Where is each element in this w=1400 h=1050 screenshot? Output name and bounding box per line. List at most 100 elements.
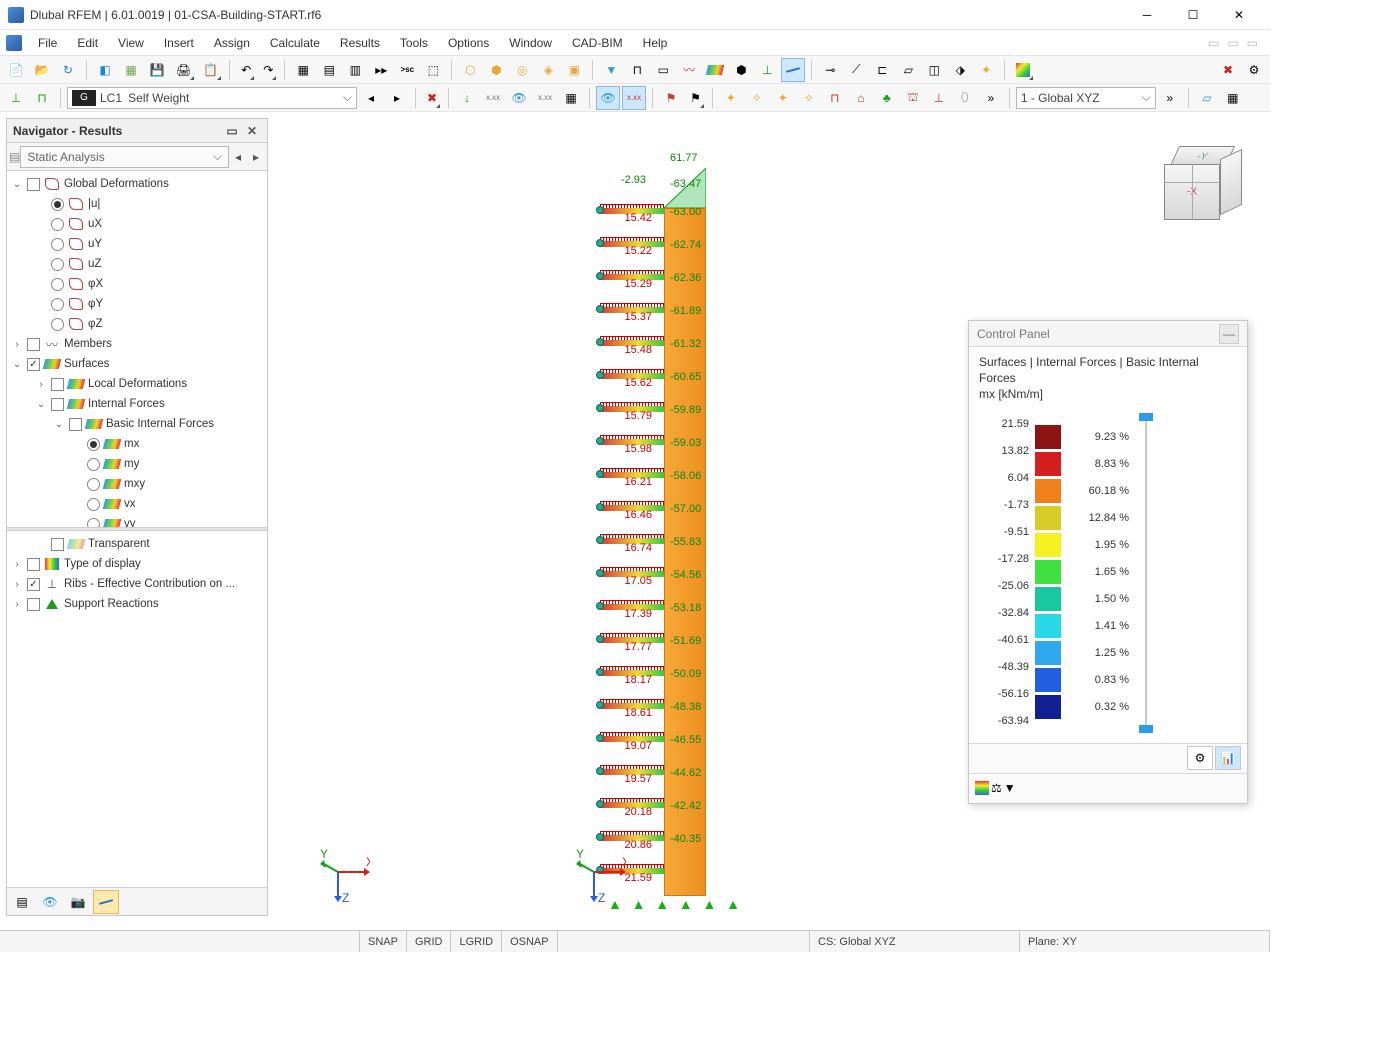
tree-mxy[interactable]: mxy [124,478,145,490]
nav-config-icon[interactable]: ▤ [9,150,20,164]
tool-member-icon[interactable]: ⊏ [870,58,894,82]
view-sections-icon[interactable] [781,58,805,82]
cs-combo[interactable]: 1 - Global XYZ⌵ [1016,87,1156,109]
tool-node-icon[interactable]: ⊸ [818,58,842,82]
workplane-icon[interactable]: ▱ [1195,86,1219,110]
next-lc-icon[interactable]: ▸ [385,86,409,110]
menu-window[interactable]: Window [499,32,562,54]
menu-results[interactable]: Results [330,32,390,54]
mdi-max-icon[interactable]: ▭ [1227,36,1238,50]
combo-gen-icon[interactable]: ♣ [875,86,899,110]
overflow2-icon[interactable]: » [1158,86,1182,110]
panel-tab-scale-icon[interactable]: ⚖ [991,781,1002,795]
panel-settings-icon[interactable]: ⚙ [1187,746,1213,770]
tree-internal-forces[interactable]: Internal Forces [88,398,165,410]
panel-chart-icon[interactable]: 📊 [1215,746,1241,770]
tree-uy[interactable]: uY [88,238,102,250]
tree-phiy[interactable]: φY [88,298,103,310]
panel-close-icon[interactable]: ✕ [243,122,261,140]
hinge-tool-icon[interactable]: ⊓ [30,86,54,110]
display-tree[interactable]: Transparent ›Type of display ›⊥Ribs - Ef… [7,531,267,887]
tool-line-icon[interactable]: ⟋ [844,58,868,82]
flag2-icon[interactable]: ⚑ [685,86,706,110]
nav-tab-results-icon[interactable] [93,890,119,914]
menu-tools[interactable]: Tools [390,32,438,54]
tool-opening-icon[interactable]: ◫ [922,58,946,82]
tree2-transparent[interactable]: Transparent [88,538,150,550]
filter-icon[interactable]: ▼ [599,58,623,82]
settings-icon[interactable]: ⚙ [1242,58,1266,82]
nav-tab-views-icon[interactable]: 📷 [65,890,91,914]
nav-tab-display-icon[interactable]: 👁 [37,890,63,914]
table-icon[interactable]: ▤ [317,58,341,82]
script-console-icon[interactable]: >sc [395,58,419,82]
tree-vx[interactable]: vx [124,498,136,510]
truss-icon[interactable]: ⌂ [849,86,873,110]
control-panel-collapse-icon[interactable]: — [1219,324,1239,344]
view-contour-icon[interactable] [703,58,727,82]
mdi-min-icon[interactable]: ▭ [1208,36,1219,50]
new-file-icon[interactable]: 📄 [4,58,28,82]
nav-tab-data-icon[interactable]: ▤ [9,890,35,914]
flag1-icon[interactable]: ⚑ [659,86,683,110]
tree-phix[interactable]: φX [88,278,103,290]
status-lgrid[interactable]: LGRID [451,931,502,952]
redo-icon[interactable]: ↷ [258,58,278,82]
tree2-support[interactable]: Support Reactions [64,598,159,610]
menu-insert[interactable]: Insert [154,32,204,54]
tree-ux[interactable]: uX [88,218,102,230]
app-menu-icon[interactable] [6,35,22,51]
loadcase-combo[interactable]: G LC1 Self Weight ⌵ [67,87,357,109]
overflow-icon[interactable]: » [979,86,1003,110]
frame-icon[interactable]: ⊓ [823,86,847,110]
panel-tab-colors-icon[interactable] [975,781,989,795]
show-loads-icon[interactable]: ↓ [455,86,479,110]
select-rect-icon[interactable]: ⬢ [484,58,508,82]
tree-uz[interactable]: uZ [88,258,101,270]
menu-file[interactable]: File [28,32,67,54]
3d-viewport[interactable]: -Y -X 61.77 -63.47 -2.93 15.42-63.0015.2… [272,118,1266,924]
tree-basic-internal[interactable]: Basic Internal Forces [106,418,214,430]
reload-icon[interactable]: ↻ [56,58,80,82]
table-navigator-icon[interactable]: ▦ [291,58,315,82]
tree-my[interactable]: my [124,458,139,470]
delete-results-icon[interactable]: ✖ [1216,58,1240,82]
show-mesh-icon[interactable]: ▦ [559,86,583,110]
show-values2-icon[interactable]: x.xx [622,86,646,110]
colors-icon[interactable] [1011,58,1035,82]
block-manager-icon[interactable]: ◧ [93,58,117,82]
view-supports-icon[interactable]: ⊥ [755,58,779,82]
menu-edit[interactable]: Edit [67,32,108,54]
select-filter-icon[interactable]: ◈ [536,58,560,82]
menu-help[interactable]: Help [633,32,678,54]
tree-local-def[interactable]: Local Deformations [88,378,187,390]
tree-vy[interactable]: vy [124,518,136,527]
menu-cadbim[interactable]: CAD-BIM [562,32,633,54]
status-osnap[interactable]: OSNAP [502,931,558,952]
cyl-icon[interactable]: ⬯ [953,86,977,110]
nav-next-icon[interactable]: ▸ [247,146,265,168]
wizard3-icon[interactable]: ✦ [771,86,795,110]
show-load-values-icon[interactable]: x.xx [481,86,505,110]
maximize-button[interactable]: ☐ [1170,0,1216,30]
prev-lc-icon[interactable]: ◂ [359,86,383,110]
show-result-values-icon[interactable]: x.xx [533,86,557,110]
support-tool-icon[interactable]: ⊥ [4,86,28,110]
model-manager-icon[interactable]: ▦ [119,58,143,82]
tree-mx[interactable]: mx [124,438,139,450]
view-cube[interactable]: -Y -X [1158,140,1248,230]
script-icon[interactable]: ▸▸ [369,58,393,82]
nav-prev-icon[interactable]: ◂ [229,146,247,168]
select-special-icon[interactable]: ▣ [562,58,586,82]
copy-icon[interactable]: 📋 [198,58,223,82]
view-diagram-icon[interactable]: 〰 [677,58,701,82]
grid-edit-icon[interactable]: ▦ [1221,86,1245,110]
status-grid[interactable]: GRID [407,931,452,952]
view-3d-icon[interactable]: ⬢ [729,58,753,82]
results-table-icon[interactable]: ▥ [343,58,367,82]
analysis-type-combo[interactable]: Static Analysis ⌵ [20,146,229,168]
legend-range-slider[interactable] [1139,411,1153,735]
results-tree[interactable]: ⌄Global Deformations |u| uX uY uZ φX φY … [7,171,267,527]
tool-surface-icon[interactable]: ▱ [896,58,920,82]
tree2-ribs[interactable]: Ribs - Effective Contribution on ... [64,578,235,590]
